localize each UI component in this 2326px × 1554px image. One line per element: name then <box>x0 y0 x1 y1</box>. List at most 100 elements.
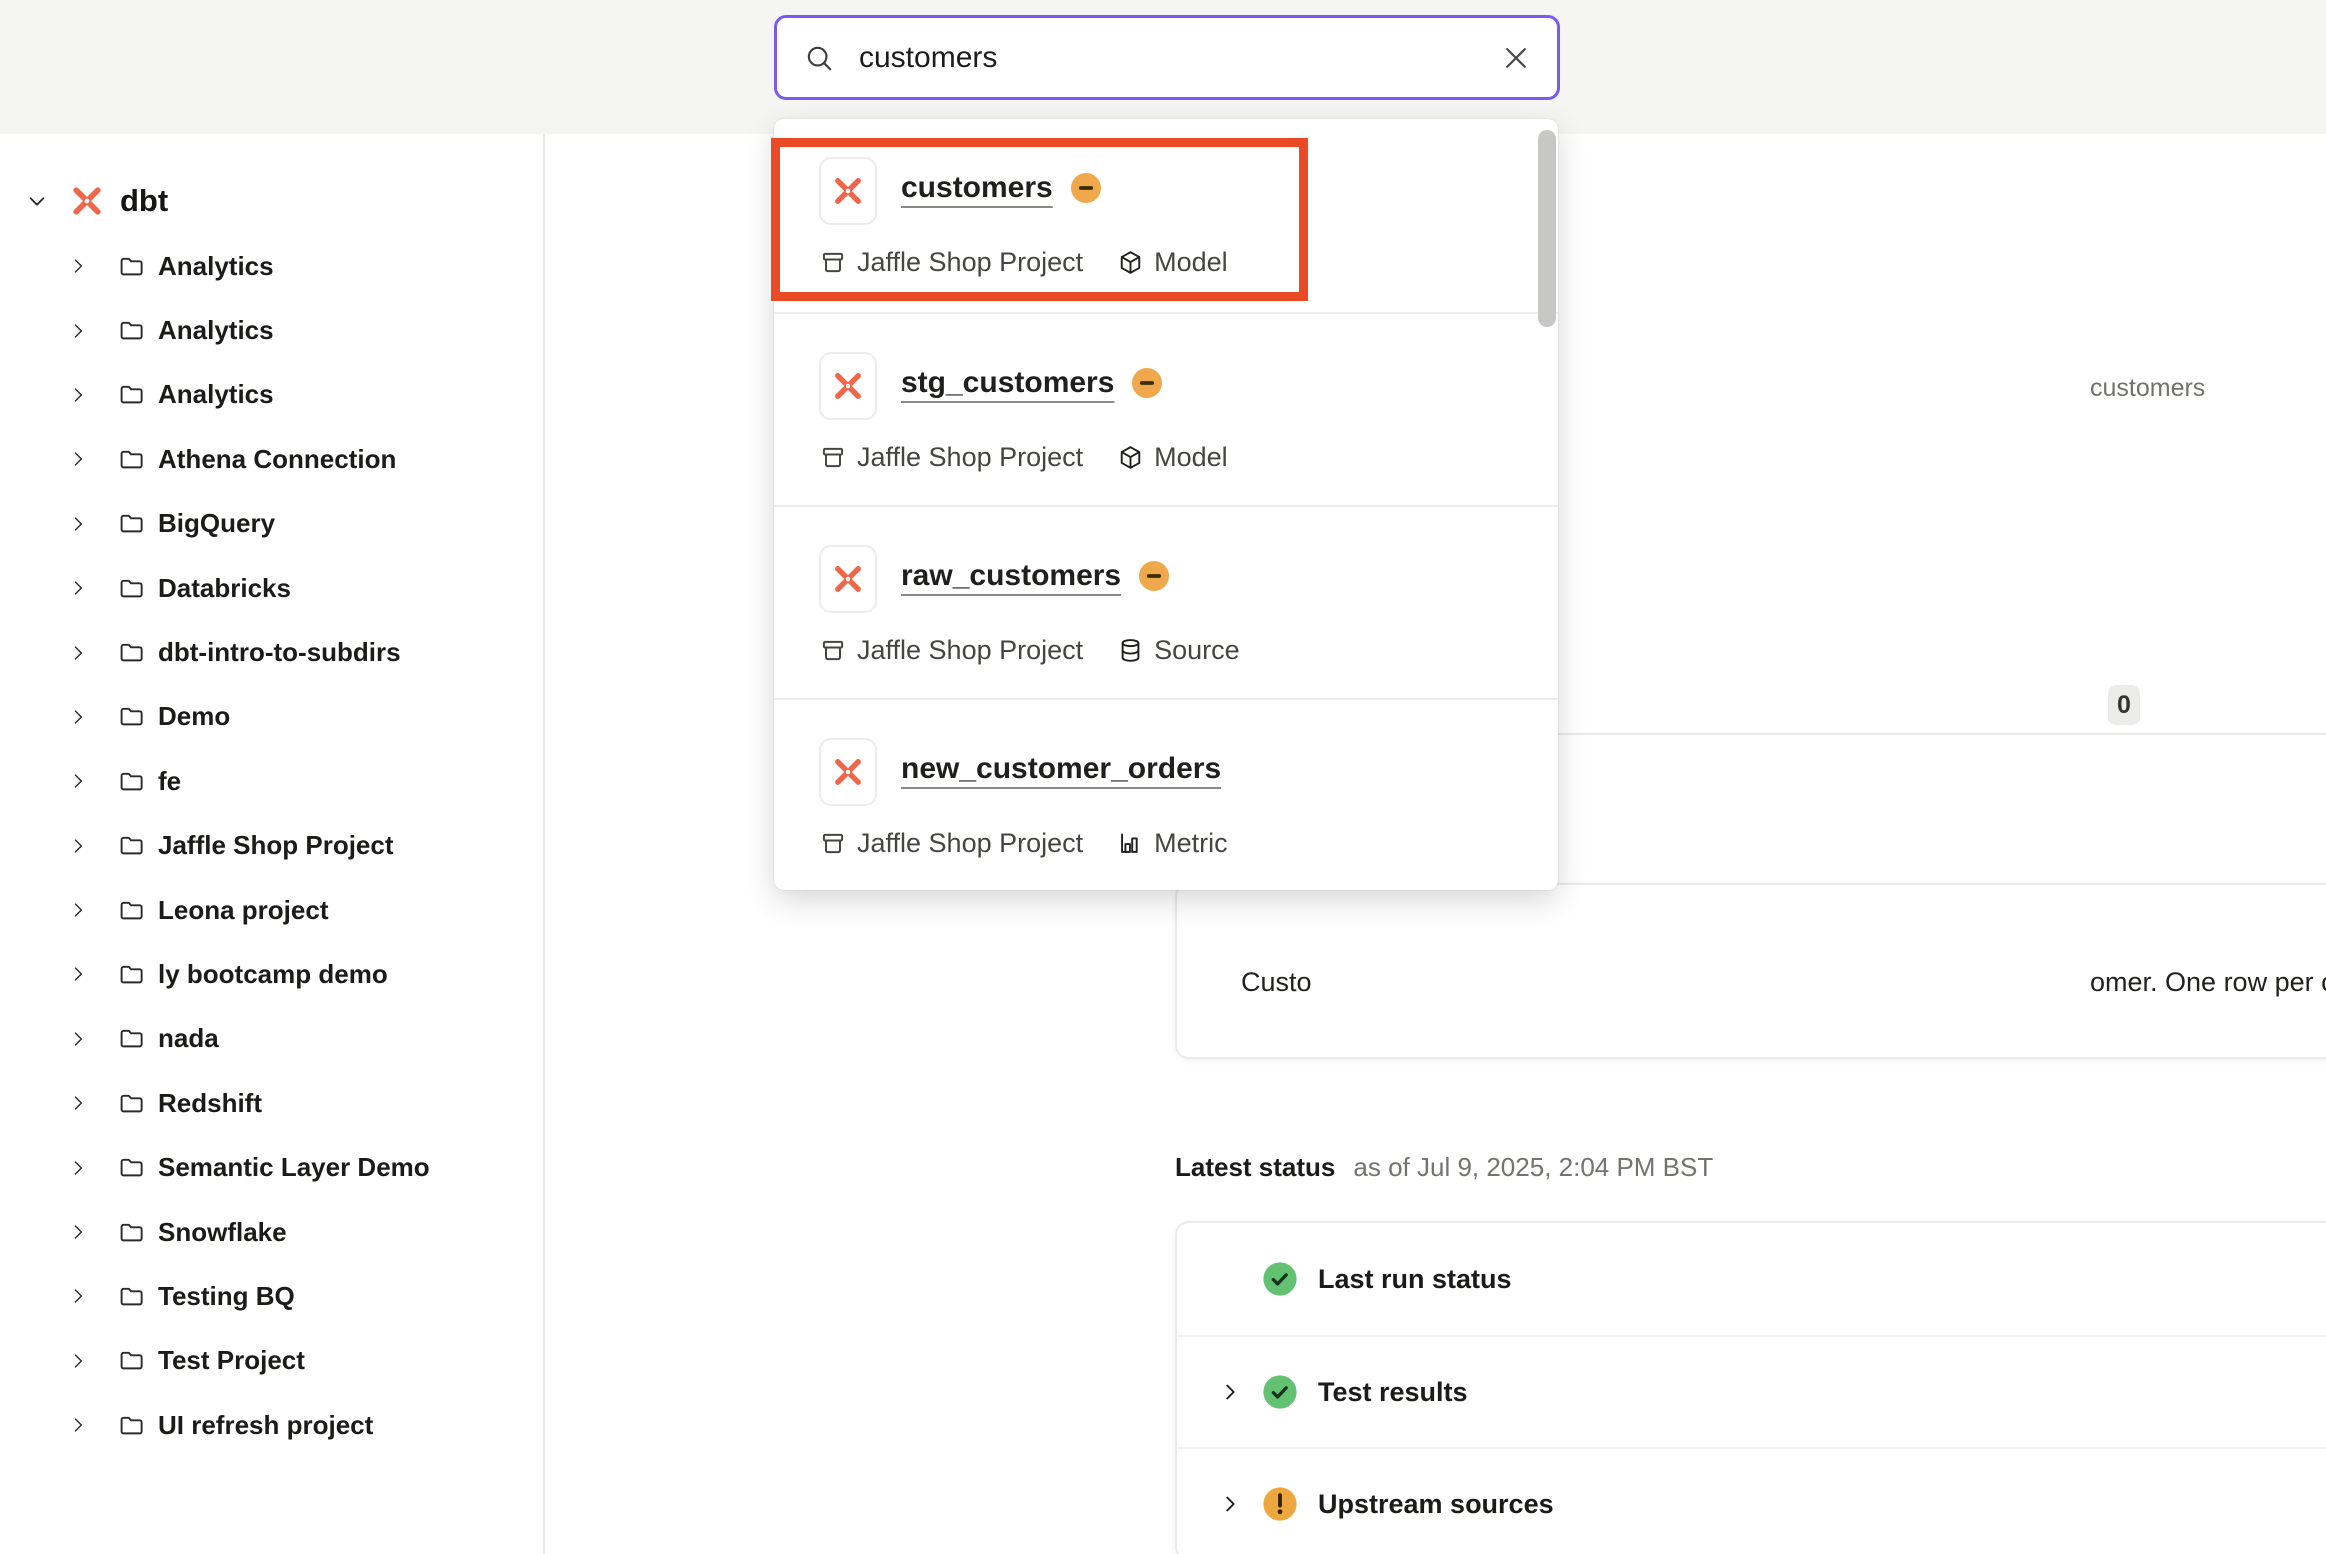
search-results-dropdown: customersJaffle Shop ProjectModelstg_cus… <box>774 119 1558 890</box>
folder-icon <box>118 317 145 344</box>
tree-item-dbt[interactable]: dbt <box>0 168 543 234</box>
folder-icon <box>118 961 145 988</box>
tree-item-label: Analytics <box>158 315 274 346</box>
clear-search-button[interactable] <box>1501 43 1531 73</box>
search-result-item[interactable]: raw_customersJaffle Shop ProjectSource <box>774 505 1558 698</box>
chevron-right-icon[interactable] <box>68 964 88 984</box>
tree-item-label: dbt-intro-to-subdirs <box>158 637 401 668</box>
source-icon <box>1117 637 1144 664</box>
chevron-right-icon[interactable] <box>68 385 88 405</box>
tree-item[interactable]: Semantic Layer Demo <box>0 1135 543 1199</box>
model-icon <box>1117 444 1144 471</box>
chevron-right-icon[interactable] <box>68 321 88 341</box>
chevron-right-icon[interactable] <box>68 1286 88 1306</box>
folder-icon <box>118 1025 145 1052</box>
tree-item[interactable]: Analytics <box>0 234 543 298</box>
status-row-upstream-sources[interactable]: Upstream sources <box>1177 1447 2326 1554</box>
tree-item[interactable]: Analytics <box>0 363 543 427</box>
result-name-link[interactable]: customers <box>901 171 1103 205</box>
tree-item-label: dbt <box>120 183 168 219</box>
result-name-link[interactable]: raw_customers <box>901 559 1171 593</box>
dbt-logo-icon <box>830 368 866 404</box>
result-type: Model <box>1154 442 1228 473</box>
result-project: Jaffle Shop Project <box>857 635 1083 666</box>
status-as-of: as of Jul 9, 2025, 2:04 PM BST <box>1353 1152 1713 1183</box>
tree-item[interactable]: Test Project <box>0 1329 543 1393</box>
trust-signal-badge-icon <box>1069 171 1103 205</box>
breadcrumb-current: customers <box>2090 374 2205 403</box>
tree-item-label: BigQuery <box>158 508 275 539</box>
result-project: Jaffle Shop Project <box>857 247 1083 278</box>
tree-item[interactable]: fe <box>0 749 543 813</box>
chevron-right-icon[interactable] <box>68 514 88 534</box>
result-name-link[interactable]: new_customer_orders <box>901 752 1221 786</box>
status-row-label: Last run status <box>1318 1264 1512 1295</box>
chevron-right-icon[interactable] <box>68 643 88 663</box>
tree-item[interactable]: Athena Connection <box>0 427 543 491</box>
tree-item[interactable]: Jaffle Shop Project <box>0 814 543 878</box>
tree-item[interactable]: Analytics <box>0 298 543 362</box>
tree-item[interactable]: nada <box>0 1007 543 1071</box>
chevron-right-icon[interactable] <box>68 1093 88 1113</box>
result-type: Model <box>1154 247 1228 278</box>
folder-icon <box>118 1347 145 1374</box>
tree-item-label: Databricks <box>158 573 291 604</box>
tree-item[interactable]: Databricks <box>0 556 543 620</box>
tree-item[interactable]: Snowflake <box>0 1200 543 1264</box>
result-project: Jaffle Shop Project <box>857 442 1083 473</box>
tree-item[interactable]: Redshift <box>0 1071 543 1135</box>
chevron-right-icon[interactable] <box>68 771 88 791</box>
chevron-right-icon[interactable] <box>68 1158 88 1178</box>
search-result-item[interactable]: new_customer_orders Jaffle Shop ProjectMe… <box>774 698 1558 891</box>
chevron-right-icon[interactable] <box>68 256 88 276</box>
tree-item-label: Redshift <box>158 1088 262 1119</box>
tree-item-label: Analytics <box>158 379 274 410</box>
tree-item[interactable]: BigQuery <box>0 492 543 556</box>
global-search <box>774 15 1560 100</box>
tree-item[interactable]: dbt-intro-to-subdirs <box>0 620 543 684</box>
folder-icon <box>118 1154 145 1181</box>
folder-icon <box>118 832 145 859</box>
result-meta: Jaffle Shop Project Model <box>819 442 1228 473</box>
chevron-right-icon[interactable] <box>68 1222 88 1242</box>
chevron-right-icon[interactable] <box>68 1029 88 1049</box>
chevron-right-icon[interactable] <box>68 900 88 920</box>
folder-icon <box>118 639 145 666</box>
result-meta: Jaffle Shop Project Model <box>819 247 1228 278</box>
search-result-item[interactable]: customers Jaffle Shop Project Model <box>774 119 1558 312</box>
project-tree: Analytics Analytics Analytics Athena Connec… <box>0 234 543 1457</box>
chevron-right-icon[interactable] <box>68 578 88 598</box>
tree-item-label: UI refresh project <box>158 1410 373 1441</box>
project-icon <box>819 249 847 277</box>
tree-item[interactable]: Demo <box>0 685 543 749</box>
tab-count-badge: 0 <box>2108 685 2140 725</box>
chevron-right-icon[interactable] <box>68 1415 88 1435</box>
tree-item[interactable]: ly bootcamp demo <box>0 942 543 1006</box>
chevron-right-icon[interactable] <box>1219 1493 1261 1515</box>
tree-item[interactable]: UI refresh project <box>0 1393 543 1457</box>
folder-icon <box>118 703 145 730</box>
metric-icon <box>1117 830 1144 857</box>
chevron-right-icon[interactable] <box>68 707 88 727</box>
status-card: Last run status View run Test results <box>1175 1221 2326 1554</box>
result-name-link[interactable]: stg_customers <box>901 366 1164 400</box>
result-meta: Jaffle Shop ProjectMetric <box>819 828 1228 859</box>
description-text-left: Custo <box>1241 967 1312 998</box>
search-input[interactable] <box>857 40 1479 76</box>
folder-icon <box>118 381 145 408</box>
result-tile <box>819 545 877 613</box>
chevron-down-icon[interactable] <box>26 190 48 212</box>
search-result-item[interactable]: stg_customers Jaffle Shop Project Model <box>774 312 1558 505</box>
project-icon <box>819 637 847 665</box>
dropdown-scrollbar-thumb[interactable] <box>1538 130 1556 327</box>
tree-item[interactable]: Leona project <box>0 878 543 942</box>
chevron-right-icon[interactable] <box>68 449 88 469</box>
folder-icon <box>118 768 145 795</box>
chevron-right-icon[interactable] <box>68 836 88 856</box>
tree-item[interactable]: Testing BQ <box>0 1264 543 1328</box>
model-icon <box>1117 249 1144 276</box>
chevron-right-icon[interactable] <box>68 1351 88 1371</box>
status-row-test-results[interactable]: Test results <box>1177 1335 2326 1447</box>
chevron-right-icon[interactable] <box>1219 1381 1261 1403</box>
folder-icon <box>118 1412 145 1439</box>
